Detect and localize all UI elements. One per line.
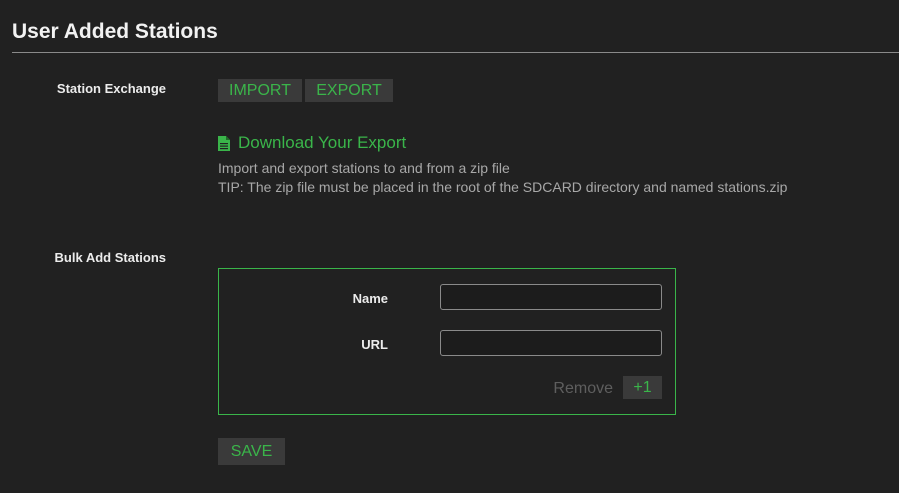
bulk-add-label: Bulk Add Stations <box>54 250 166 265</box>
import-button[interactable]: IMPORT <box>218 79 302 102</box>
help-text: Import and export stations to and from a… <box>218 160 510 176</box>
download-export-link[interactable]: Download Your Export <box>218 133 406 153</box>
download-export-label: Download Your Export <box>238 133 407 152</box>
url-input[interactable] <box>440 330 662 356</box>
page: User Added Stations Station Exchange IMP… <box>0 0 899 493</box>
save-button[interactable]: SAVE <box>218 438 285 465</box>
remove-button[interactable]: Remove <box>540 380 613 398</box>
section-title: User Added Stations <box>12 20 218 43</box>
add-row-button[interactable]: +1 <box>623 376 662 399</box>
file-icon <box>218 135 230 151</box>
station-exchange-label: Station Exchange <box>56 81 166 96</box>
section-divider <box>12 52 899 53</box>
tip-text: TIP: The zip file must be placed in the … <box>218 179 788 195</box>
name-input[interactable] <box>440 284 662 310</box>
name-label: Name <box>352 291 388 306</box>
url-label: URL <box>361 337 388 352</box>
export-button[interactable]: EXPORT <box>305 79 393 102</box>
